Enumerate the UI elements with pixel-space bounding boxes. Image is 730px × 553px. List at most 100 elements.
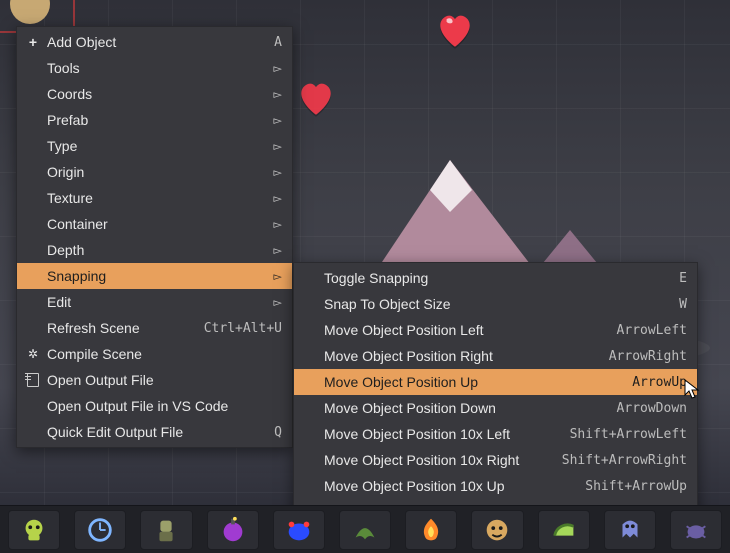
- chevron-right-icon: ▻: [270, 140, 282, 153]
- submenu-item-shortcut: ArrowRight: [593, 349, 687, 364]
- menu-item-label: Texture: [43, 190, 270, 206]
- blob-icon: [284, 515, 314, 545]
- submenu-item-move-object-position-down[interactable]: Move Object Position DownArrowDown: [294, 395, 697, 421]
- menu-item-shortcut: Q: [258, 425, 282, 440]
- chevron-right-icon: ▻: [270, 270, 282, 283]
- menu-item-label: Snapping: [43, 268, 270, 284]
- submenu-item-shortcut: ArrowDown: [601, 401, 687, 416]
- submenu-item-move-object-position-10x-left[interactable]: Move Object Position 10x LeftShift+Arrow…: [294, 421, 697, 447]
- tray-item-melon[interactable]: [538, 510, 590, 550]
- submenu-item-shortcut: W: [663, 297, 687, 312]
- submenu-item-move-object-position-up[interactable]: Move Object Position UpArrowUp: [294, 369, 697, 395]
- submenu-item-shortcut: ArrowLeft: [601, 323, 687, 338]
- snapping-submenu: Toggle SnappingESnap To Object SizeWMove…: [293, 262, 698, 528]
- submenu-item-snap-to-object-size[interactable]: Snap To Object SizeW: [294, 291, 697, 317]
- submenu-item-label: Move Object Position Down: [320, 400, 601, 416]
- menu-item-label: Tools: [43, 60, 270, 76]
- tray-item-face[interactable]: [471, 510, 523, 550]
- submenu-item-move-object-position-10x-right[interactable]: Move Object Position 10x RightShift+Arro…: [294, 447, 697, 473]
- melon-icon: [549, 515, 579, 545]
- submenu-item-shortcut: Shift+ArrowLeft: [554, 427, 687, 442]
- submenu-item-move-object-position-left[interactable]: Move Object Position LeftArrowLeft: [294, 317, 697, 343]
- submenu-item-move-object-position-right[interactable]: Move Object Position RightArrowRight: [294, 343, 697, 369]
- menu-item-edit[interactable]: Edit▻: [17, 289, 292, 315]
- tray-item-clock[interactable]: [74, 510, 126, 550]
- menu-item-coords[interactable]: Coords▻: [17, 81, 292, 107]
- submenu-item-move-object-position-10x-up[interactable]: Move Object Position 10x UpShift+ArrowUp: [294, 473, 697, 499]
- submenu-item-label: Move Object Position 10x Right: [320, 452, 546, 468]
- context-menu: Add ObjectATools▻Coords▻Prefab▻Type▻Orig…: [16, 26, 293, 448]
- menu-item-label: Refresh Scene: [43, 320, 188, 336]
- gear-icon: [23, 347, 43, 361]
- heart-sprite: [296, 80, 336, 116]
- submenu-item-shortcut: Shift+ArrowRight: [546, 453, 687, 468]
- submenu-item-shortcut: Shift+ArrowUp: [569, 479, 687, 494]
- menu-item-refresh-scene[interactable]: Refresh SceneCtrl+Alt+U: [17, 315, 292, 341]
- submenu-item-shortcut: ArrowUp: [616, 375, 687, 390]
- heart-sprite: [435, 12, 475, 48]
- submenu-item-label: Move Object Position Up: [320, 374, 616, 390]
- chevron-right-icon: ▻: [270, 88, 282, 101]
- menu-item-open-output-file[interactable]: Open Output File: [17, 367, 292, 393]
- zombie-icon: [151, 515, 181, 545]
- menu-item-tools[interactable]: Tools▻: [17, 55, 292, 81]
- menu-item-label: Compile Scene: [43, 346, 282, 362]
- menu-item-prefab[interactable]: Prefab▻: [17, 107, 292, 133]
- menu-item-quick-edit-output-file[interactable]: Quick Edit Output FileQ: [17, 419, 292, 445]
- tray-item-flame[interactable]: [405, 510, 457, 550]
- tray-item-bug[interactable]: [670, 510, 722, 550]
- menu-item-texture[interactable]: Texture▻: [17, 185, 292, 211]
- submenu-item-shortcut: E: [663, 271, 687, 286]
- chevron-right-icon: ▻: [270, 166, 282, 179]
- doc-icon: [23, 373, 43, 387]
- tray-item-skull[interactable]: [8, 510, 60, 550]
- menu-item-add-object[interactable]: Add ObjectA: [17, 29, 292, 55]
- submenu-item-label: Snap To Object Size: [320, 296, 663, 312]
- menu-item-label: Container: [43, 216, 270, 232]
- menu-item-label: Depth: [43, 242, 270, 258]
- asset-tray: [0, 505, 730, 553]
- menu-item-shortcut: A: [258, 35, 282, 50]
- tray-item-blob[interactable]: [273, 510, 325, 550]
- tray-item-ghost[interactable]: [604, 510, 656, 550]
- menu-item-label: Coords: [43, 86, 270, 102]
- menu-item-type[interactable]: Type▻: [17, 133, 292, 159]
- submenu-item-label: Toggle Snapping: [320, 270, 663, 286]
- menu-item-label: Prefab: [43, 112, 270, 128]
- face-icon: [482, 515, 512, 545]
- menu-item-container[interactable]: Container▻: [17, 211, 292, 237]
- chevron-right-icon: ▻: [270, 62, 282, 75]
- menu-item-shortcut: Ctrl+Alt+U: [188, 321, 282, 336]
- menu-item-label: Add Object: [43, 34, 258, 50]
- plus-icon: [23, 34, 43, 50]
- chevron-right-icon: ▻: [270, 244, 282, 257]
- menu-item-origin[interactable]: Origin▻: [17, 159, 292, 185]
- menu-item-snapping[interactable]: Snapping▻: [17, 263, 292, 289]
- chevron-right-icon: ▻: [270, 218, 282, 231]
- flame-icon: [416, 515, 446, 545]
- submenu-item-label: Move Object Position 10x Up: [320, 478, 569, 494]
- menu-item-depth[interactable]: Depth▻: [17, 237, 292, 263]
- menu-item-label: Origin: [43, 164, 270, 180]
- chevron-right-icon: ▻: [270, 296, 282, 309]
- chevron-right-icon: ▻: [270, 114, 282, 127]
- menu-item-open-output-file-in-vs-code[interactable]: Open Output File in VS Code: [17, 393, 292, 419]
- submenu-item-label: Move Object Position 10x Left: [320, 426, 554, 442]
- tray-item-dragon[interactable]: [339, 510, 391, 550]
- submenu-item-label: Move Object Position Left: [320, 322, 601, 338]
- skull-icon: [19, 515, 49, 545]
- menu-item-label: Open Output File in VS Code: [43, 398, 282, 414]
- menu-item-label: Open Output File: [43, 372, 282, 388]
- tray-item-bomb[interactable]: [207, 510, 259, 550]
- menu-item-label: Quick Edit Output File: [43, 424, 258, 440]
- chevron-right-icon: ▻: [270, 192, 282, 205]
- menu-item-compile-scene[interactable]: Compile Scene: [17, 341, 292, 367]
- submenu-item-toggle-snapping[interactable]: Toggle SnappingE: [294, 265, 697, 291]
- menu-item-label: Edit: [43, 294, 270, 310]
- tray-item-zombie[interactable]: [140, 510, 192, 550]
- submenu-item-label: Move Object Position Right: [320, 348, 593, 364]
- ghost-icon: [615, 515, 645, 545]
- clock-icon: [85, 515, 115, 545]
- bug-icon: [681, 515, 711, 545]
- bomb-icon: [218, 515, 248, 545]
